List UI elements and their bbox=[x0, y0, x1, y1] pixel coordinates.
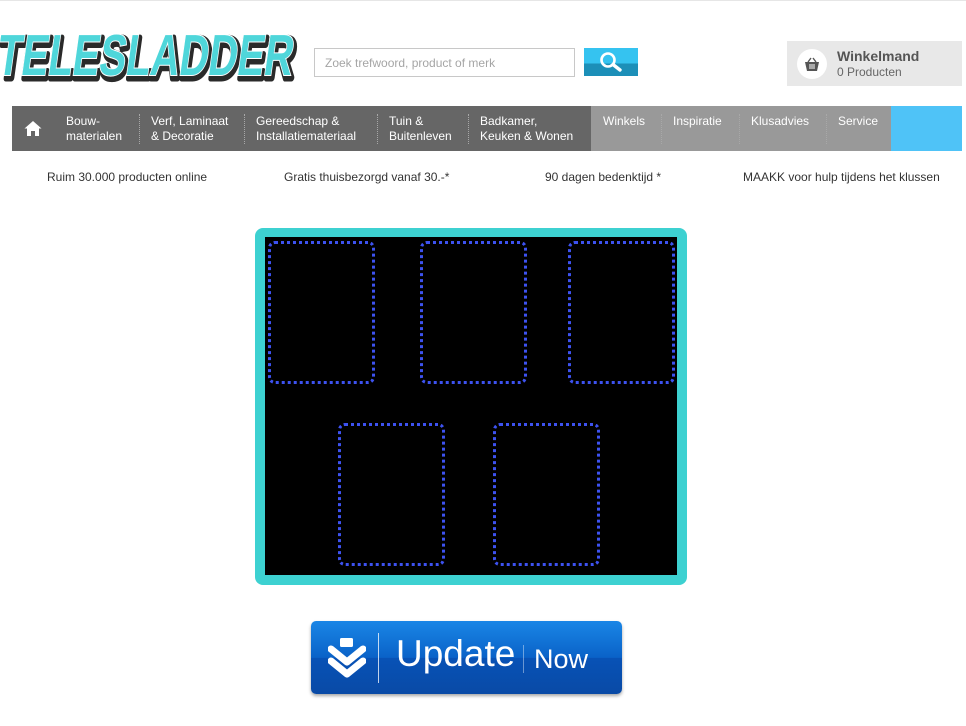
nav-item-line2: materialen bbox=[66, 129, 123, 143]
media-placeholder-slot bbox=[268, 241, 375, 384]
nav-item-label: Service bbox=[838, 114, 879, 128]
main-navigation: Bouw- materialen Verf, Laminaat & Decora… bbox=[12, 106, 962, 151]
top-border-line bbox=[0, 0, 966, 1]
nav-item-klusadvies[interactable]: Klusadvies bbox=[739, 106, 826, 151]
nav-item-label: Winkels bbox=[603, 114, 646, 128]
cart-widget[interactable]: Winkelmand 0 Producten bbox=[787, 41, 962, 86]
usp-maakk-help: MAAKK voor hulp tijdens het klussen bbox=[743, 170, 940, 184]
usp-return-period: 90 dagen bedenktijd * bbox=[545, 170, 662, 184]
search-input[interactable] bbox=[314, 48, 575, 77]
nav-item-verf-laminaat[interactable]: Verf, Laminaat & Decoratie bbox=[139, 106, 244, 151]
basket-icon bbox=[797, 49, 827, 79]
nav-item-label: Inspiratie bbox=[673, 114, 722, 128]
usp-products-online: Ruim 30.000 producten online bbox=[47, 170, 208, 184]
media-screen[interactable] bbox=[265, 237, 677, 575]
logo-text: TELESLADDER bbox=[0, 23, 298, 88]
update-now-button[interactable]: Update Now bbox=[311, 621, 622, 694]
media-placeholder-slot bbox=[493, 423, 600, 566]
nav-item-line1: Bouw- bbox=[66, 114, 101, 128]
site-logo[interactable]: TELESLADDER TELESLADDER bbox=[0, 12, 306, 96]
nav-item-service[interactable]: Service bbox=[826, 106, 891, 151]
cart-title: Winkelmand bbox=[837, 48, 920, 64]
media-placeholder-slot bbox=[338, 423, 445, 566]
nav-accent-block bbox=[891, 106, 962, 151]
update-button-label-now: Now bbox=[534, 644, 589, 674]
nav-item-line1: Badkamer, bbox=[480, 114, 538, 128]
nav-item-tuin[interactable]: Tuin & Buitenleven bbox=[377, 106, 468, 151]
nav-item-line2: Buitenleven bbox=[389, 129, 452, 143]
nav-item-badkamer[interactable]: Badkamer, Keuken & Wonen bbox=[468, 106, 591, 151]
nav-item-line2: Keuken & Wonen bbox=[480, 129, 574, 143]
nav-item-inspiratie[interactable]: Inspiratie bbox=[661, 106, 739, 151]
cart-count: 0 Producten bbox=[837, 65, 902, 79]
nav-item-gereedschap[interactable]: Gereedschap & Installatiemateriaal bbox=[244, 106, 377, 151]
update-button-divider bbox=[378, 633, 379, 683]
media-placeholder-slot bbox=[420, 241, 527, 384]
download-chevrons-icon bbox=[328, 637, 366, 679]
magnifier-icon bbox=[600, 52, 622, 72]
logo-graphic: TELESLADDER TELESLADDER bbox=[0, 22, 303, 94]
media-frame bbox=[255, 228, 687, 585]
home-icon bbox=[24, 121, 42, 136]
nav-item-bouwmaterialen[interactable]: Bouw- materialen bbox=[54, 106, 139, 151]
nav-item-line1: Verf, Laminaat bbox=[151, 114, 229, 128]
update-button-divider-small bbox=[523, 645, 524, 673]
nav-item-line2: & Decoratie bbox=[151, 129, 214, 143]
nav-item-line2: Installatiemateriaal bbox=[256, 129, 357, 143]
search-button[interactable] bbox=[584, 48, 638, 76]
nav-item-line1: Gereedschap & bbox=[256, 114, 340, 128]
media-placeholder-slot bbox=[568, 241, 675, 384]
nav-item-line1: Tuin & bbox=[389, 114, 424, 128]
nav-item-label: Klusadvies bbox=[751, 114, 810, 128]
nav-home-button[interactable] bbox=[12, 106, 54, 151]
update-button-label: Update bbox=[396, 633, 516, 674]
nav-item-winkels[interactable]: Winkels bbox=[591, 106, 661, 151]
usp-free-delivery: Gratis thuisbezorgd vanaf 30.-* bbox=[284, 170, 450, 184]
